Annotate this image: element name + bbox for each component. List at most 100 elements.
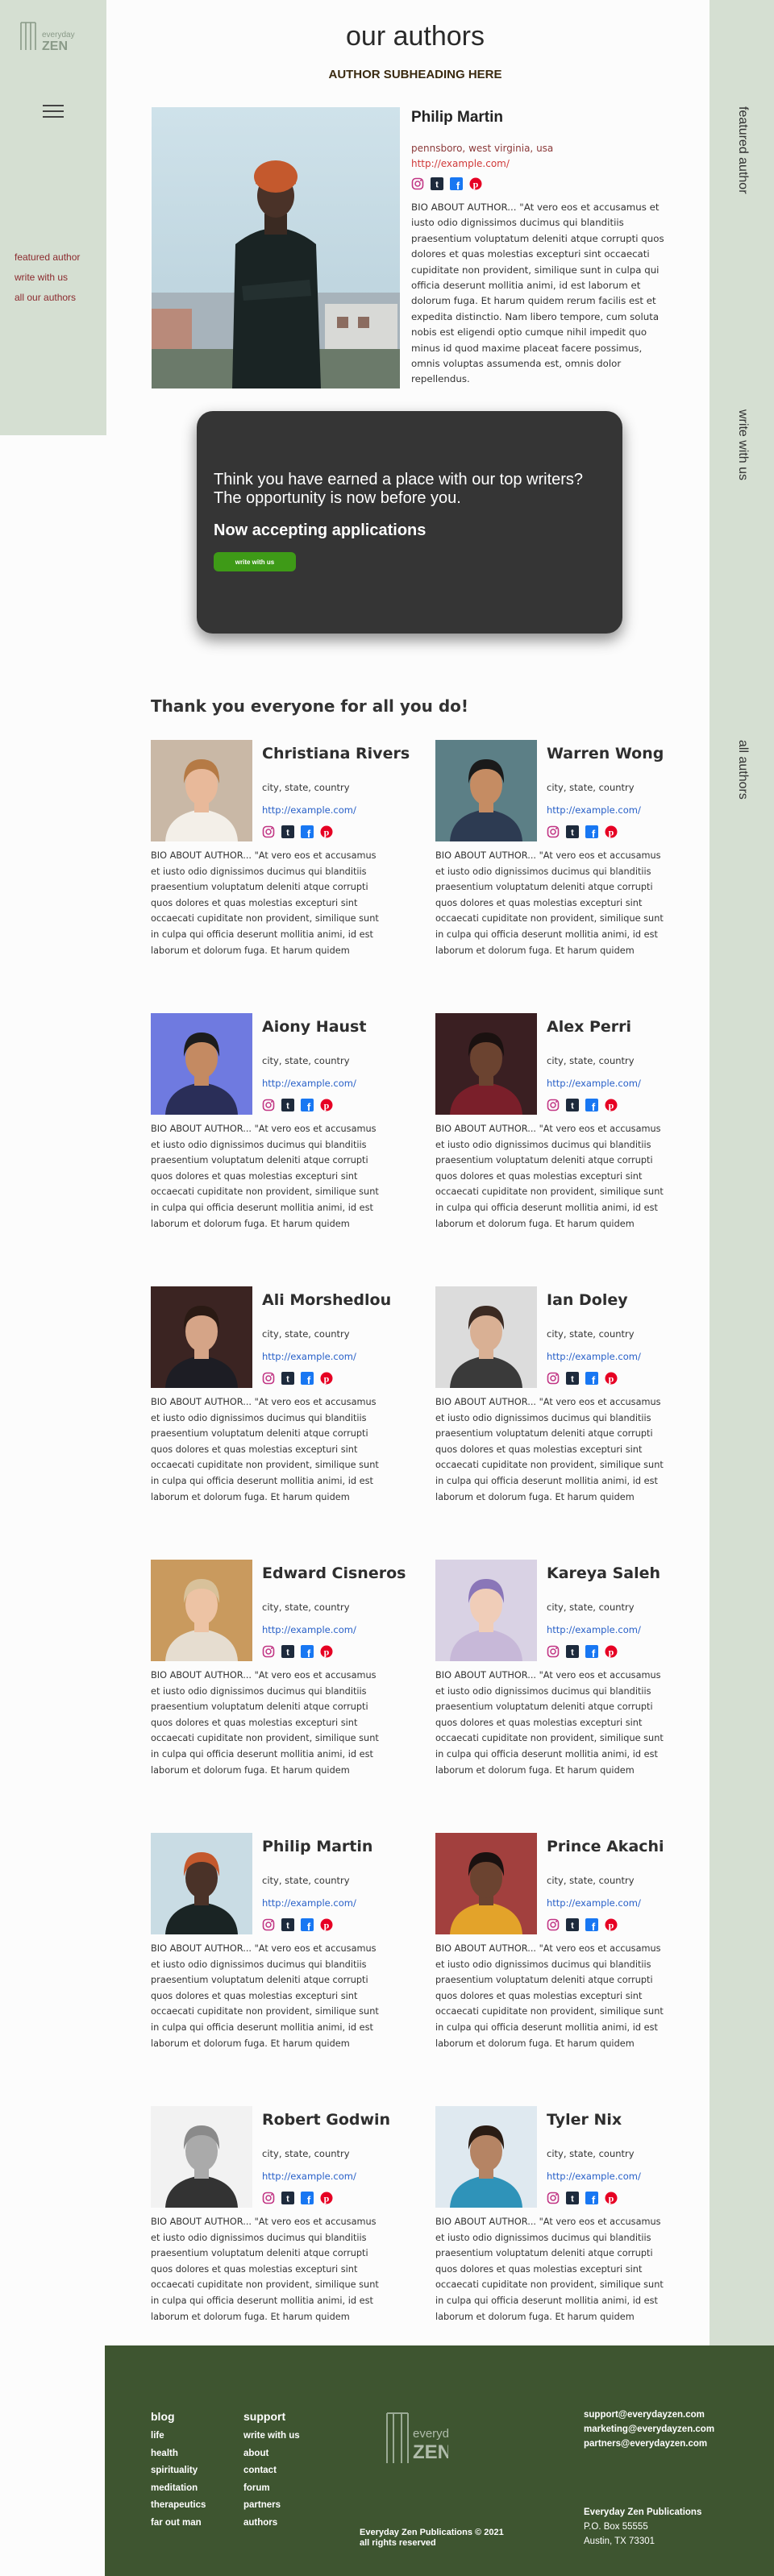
- side-nav-all-authors[interactable]: all our authors: [15, 292, 80, 303]
- rail-link-featured-author[interactable]: featured author: [734, 106, 750, 194]
- facebook-icon[interactable]: f: [585, 2192, 598, 2206]
- svg-text:everyday: everyday: [413, 2427, 448, 2441]
- marketing-email-link[interactable]: marketing@everydayzen.com: [584, 2424, 714, 2434]
- pinterest-icon[interactable]: p: [605, 2192, 618, 2204]
- author-url[interactable]: http://example.com/: [547, 1078, 641, 1089]
- pinterest-icon[interactable]: p: [320, 1372, 333, 1385]
- author-location: city, state, country: [547, 782, 635, 793]
- facebook-icon[interactable]: f: [301, 825, 314, 840]
- author-url[interactable]: http://example.com/: [262, 1351, 356, 1362]
- facebook-icon[interactable]: f: [585, 825, 598, 840]
- pinterest-icon[interactable]: p: [320, 1918, 333, 1931]
- author-url[interactable]: http://example.com/: [262, 1078, 356, 1089]
- tumblr-icon[interactable]: t: [281, 2192, 294, 2204]
- footer-link-partners[interactable]: partners: [243, 2500, 300, 2510]
- author-photo: [151, 1286, 252, 1388]
- tumblr-icon[interactable]: t: [566, 1099, 579, 1111]
- author-url[interactable]: http://example.com/: [262, 1897, 356, 1909]
- author-url[interactable]: http://example.com/: [262, 2171, 356, 2182]
- footer-link-health[interactable]: health: [151, 2449, 206, 2458]
- rail-link-all-authors[interactable]: all authors: [734, 740, 750, 800]
- pinterest-icon[interactable]: p: [320, 1099, 333, 1111]
- instagram-icon[interactable]: [262, 1372, 275, 1385]
- facebook-icon[interactable]: f: [450, 177, 463, 192]
- facebook-icon[interactable]: f: [585, 1645, 598, 1660]
- author-location: city, state, country: [547, 1055, 635, 1066]
- facebook-icon[interactable]: f: [585, 1099, 598, 1113]
- pinterest-icon[interactable]: p: [320, 1645, 333, 1658]
- facebook-icon[interactable]: f: [301, 1372, 314, 1386]
- author-url[interactable]: http://example.com/: [547, 1624, 641, 1635]
- instagram-icon[interactable]: [547, 1372, 560, 1385]
- author-card: Ali Morshedlou city, state, country http:/…: [151, 1286, 391, 1512]
- pinterest-icon[interactable]: p: [605, 1372, 618, 1385]
- tumblr-icon[interactable]: t: [566, 1918, 579, 1931]
- instagram-icon[interactable]: [547, 825, 560, 838]
- instagram-icon[interactable]: [262, 1099, 275, 1111]
- instagram-icon[interactable]: [262, 825, 275, 838]
- facebook-icon[interactable]: f: [301, 2192, 314, 2206]
- footer-link-far-out-man[interactable]: far out man: [151, 2518, 206, 2528]
- footer-link-write-with-us[interactable]: write with us: [243, 2431, 300, 2441]
- pinterest-icon[interactable]: p: [605, 1099, 618, 1111]
- instagram-icon[interactable]: [262, 1645, 275, 1658]
- tumblr-icon[interactable]: t: [431, 177, 443, 190]
- instagram-icon[interactable]: [547, 1918, 560, 1931]
- pinterest-icon[interactable]: p: [605, 825, 618, 838]
- tumblr-icon[interactable]: t: [566, 825, 579, 838]
- author-location: city, state, country: [262, 782, 350, 793]
- tumblr-icon[interactable]: t: [281, 1099, 294, 1111]
- facebook-icon[interactable]: f: [585, 1918, 598, 1933]
- side-nav-write-with-us[interactable]: write with us: [15, 272, 80, 283]
- tumblr-icon[interactable]: t: [566, 2192, 579, 2204]
- author-url[interactable]: http://example.com/: [547, 804, 641, 816]
- facebook-icon[interactable]: f: [301, 1918, 314, 1933]
- partners-email-link[interactable]: partners@everydayzen.com: [584, 2439, 714, 2449]
- hamburger-menu-icon[interactable]: [43, 105, 64, 121]
- tumblr-icon[interactable]: t: [281, 825, 294, 838]
- footer-link-meditation[interactable]: meditation: [151, 2483, 206, 2493]
- instagram-icon[interactable]: [547, 2192, 560, 2204]
- pinterest-icon[interactable]: p: [605, 1918, 618, 1931]
- footer-link-life[interactable]: life: [151, 2431, 206, 2441]
- author-socials: tfp: [262, 1372, 333, 1386]
- footer-link-spirituality[interactable]: spirituality: [151, 2466, 206, 2475]
- support-email-link[interactable]: support@everydayzen.com: [584, 2410, 714, 2420]
- footer-brand-logo[interactable]: everyday ZEN: [384, 2410, 462, 2466]
- pinterest-icon[interactable]: p: [605, 1645, 618, 1658]
- copyright-line: Everyday Zen Publications © 2021: [360, 2528, 504, 2537]
- author-card: Christiana Rivers city, state, country htt…: [151, 740, 410, 966]
- instagram-icon[interactable]: [262, 2192, 275, 2204]
- author-url[interactable]: http://example.com/: [547, 1897, 641, 1909]
- tumblr-icon[interactable]: t: [281, 1918, 294, 1931]
- instagram-icon[interactable]: [411, 177, 424, 190]
- footer-link-authors[interactable]: authors: [243, 2518, 300, 2528]
- tumblr-icon[interactable]: t: [281, 1372, 294, 1385]
- tumblr-icon[interactable]: t: [566, 1372, 579, 1385]
- footer-link-about[interactable]: about: [243, 2449, 300, 2458]
- footer-link-forum[interactable]: forum: [243, 2483, 300, 2493]
- instagram-icon[interactable]: [547, 1099, 560, 1111]
- side-nav-featured-author[interactable]: featured author: [15, 251, 80, 263]
- author-url[interactable]: http://example.com/: [262, 1624, 356, 1635]
- tumblr-icon[interactable]: t: [566, 1645, 579, 1658]
- footer-link-contact[interactable]: contact: [243, 2466, 300, 2475]
- facebook-icon[interactable]: f: [301, 1099, 314, 1113]
- pinterest-icon[interactable]: p: [469, 177, 482, 190]
- tumblr-icon[interactable]: t: [281, 1645, 294, 1658]
- instagram-icon[interactable]: [262, 1918, 275, 1931]
- featured-author-url[interactable]: http://example.com/: [411, 158, 669, 169]
- write-with-us-button[interactable]: write with us: [214, 552, 296, 571]
- author-url[interactable]: http://example.com/: [547, 1351, 641, 1362]
- pinterest-icon[interactable]: p: [320, 825, 333, 838]
- pinterest-icon[interactable]: p: [320, 2192, 333, 2204]
- author-url[interactable]: http://example.com/: [262, 804, 356, 816]
- author-url[interactable]: http://example.com/: [547, 2171, 641, 2182]
- author-location: city, state, country: [262, 1602, 350, 1613]
- facebook-icon[interactable]: f: [301, 1645, 314, 1660]
- rail-link-write-with-us[interactable]: write with us: [734, 409, 750, 480]
- footer-link-therapeutics[interactable]: therapeutics: [151, 2500, 206, 2510]
- instagram-icon[interactable]: [547, 1645, 560, 1658]
- footer-address: Everyday Zen Publications P.O. Box 55555…: [584, 2505, 701, 2549]
- facebook-icon[interactable]: f: [585, 1372, 598, 1386]
